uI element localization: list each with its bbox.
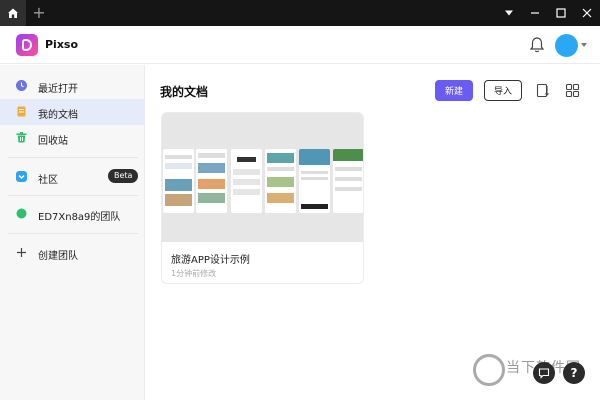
thumbnail-screen [163,149,194,213]
sidebar-item-community[interactable]: 社区 Beta [0,164,145,190]
help-button[interactable]: ? [563,362,585,384]
sidebar-item-label: 社区 [38,175,58,186]
sidebar-divider [8,233,138,234]
import-button[interactable]: 导入 [484,80,522,101]
app-name: Pixso [45,38,79,51]
dropdown-button[interactable] [496,0,522,26]
bell-icon[interactable] [529,36,545,54]
file-name: 旅游APP设计示例 [171,255,250,266]
file-modified-time: 1分钟前修改 [171,269,217,278]
sidebar-item-trash[interactable]: 回收站 [0,125,145,151]
sidebar-item-recent[interactable]: 最近打开 [0,73,145,99]
watermark-logo [473,354,505,386]
home-icon [8,8,18,18]
maximize-icon [556,8,566,18]
pixso-logo [16,34,38,56]
file-thumbnail [162,113,363,242]
sidebar-item-label: ED7Xn8a9的团队 [38,212,121,223]
close-button[interactable] [574,0,600,26]
minimize-icon [531,12,539,14]
community-icon [16,171,27,182]
avatar[interactable] [555,34,578,57]
thumbnail-screen [299,149,330,213]
home-tab[interactable] [0,0,26,26]
maximize-button[interactable] [548,0,574,26]
feedback-button[interactable] [533,362,555,384]
title-bar: + [0,0,600,26]
grid-view-icon[interactable] [565,83,580,98]
sidebar-item-label: 我的文档 [38,110,78,121]
new-tab-button[interactable]: + [26,0,52,26]
team-dot-icon [16,208,27,219]
thumbnail-screen [196,149,227,213]
beta-badge: Beta [108,169,139,183]
sidebar-item-label: 最近打开 [38,84,78,95]
sidebar-divider [8,157,138,158]
sidebar-item-my-documents[interactable]: 我的文档 [0,99,145,125]
avatar-caret-icon[interactable] [581,43,587,47]
chat-icon [538,368,550,379]
thumbnail-screen [333,149,363,213]
clock-icon [16,80,27,91]
trash-icon [16,132,27,143]
plus-icon [17,248,26,257]
sidebar-item-label: 回收站 [38,136,68,147]
minimize-button[interactable] [522,0,548,26]
sidebar: 最近打开 我的文档 回收站 社区 Beta ED7Xn8a9的团队 创建团队 [0,65,145,400]
new-button[interactable]: 新建 [435,80,473,101]
document-icon [17,106,26,117]
window-controls [496,0,600,26]
file-card[interactable]: 旅游APP设计示例 1分钟前修改 [161,112,364,284]
sidebar-divider [8,195,138,196]
caret-down-icon [505,10,513,16]
sort-icon[interactable] [536,83,551,98]
thumbnail-screen [231,149,262,213]
sidebar-item-label: 创建团队 [38,251,78,262]
app-window: + Pixso 最近打开 我的文档 回收站 社区 Beta ED7Xn8a9的团… [0,0,600,400]
app-header: Pixso [0,26,600,64]
sidebar-item-create-team[interactable]: 创建团队 [0,240,145,266]
sidebar-item-team[interactable]: ED7Xn8a9的团队 [0,201,145,227]
page-title: 我的文档 [160,85,209,99]
thumbnail-screen [265,149,296,213]
close-icon [582,8,592,18]
